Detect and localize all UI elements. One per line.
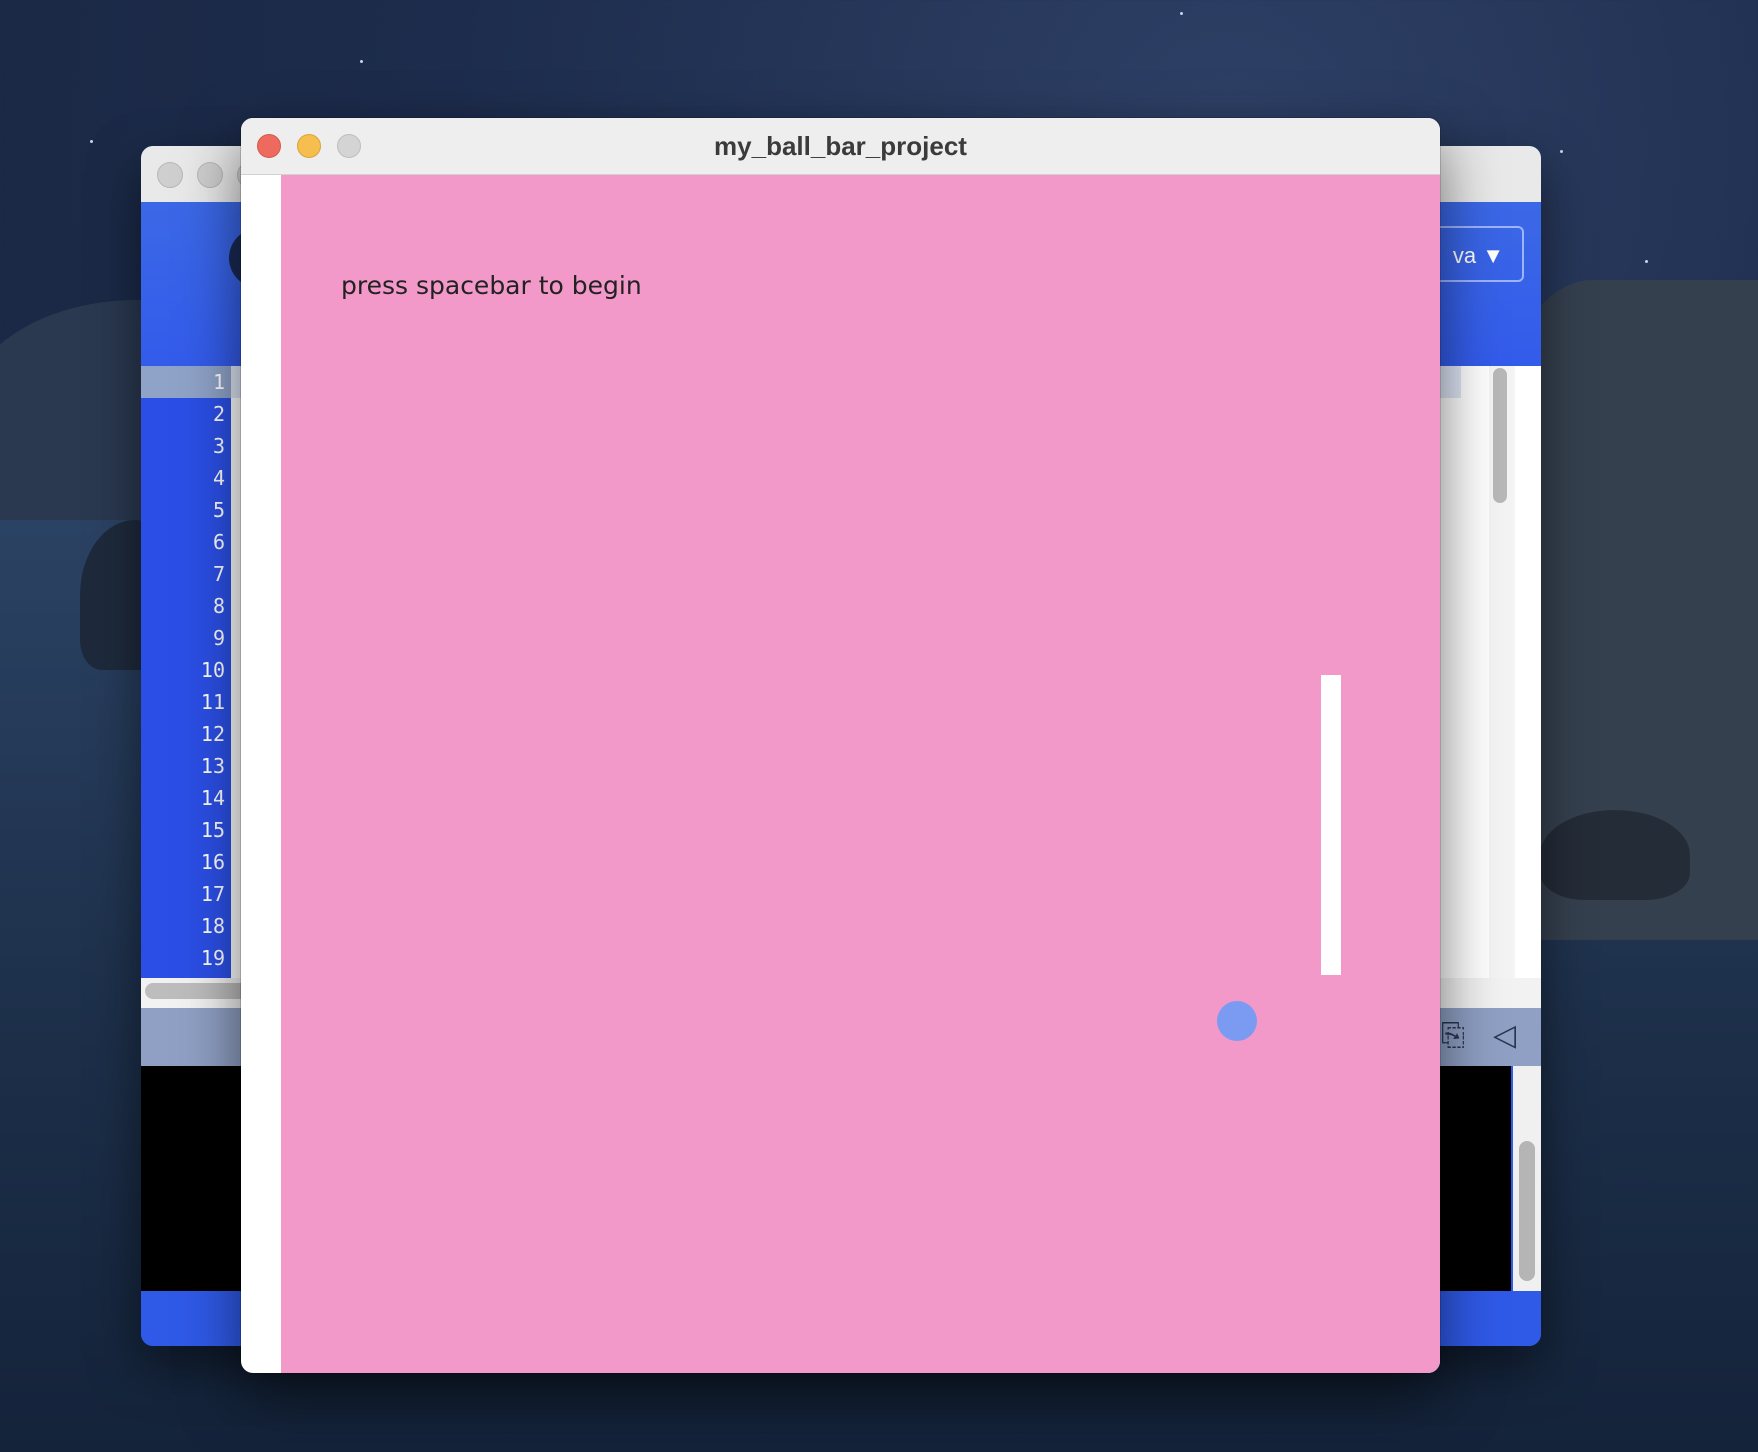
star — [1645, 260, 1648, 263]
line-number: 4 — [212, 466, 225, 490]
line-number: 8 — [212, 594, 225, 618]
star — [1180, 12, 1183, 15]
line-number: 15 — [200, 818, 225, 842]
start-prompt-text: press spacebar to begin — [341, 271, 642, 300]
minimize-button[interactable] — [297, 134, 321, 158]
sketch-titlebar[interactable]: my_ball_bar_project — [241, 118, 1440, 175]
window-title: my_ball_bar_project — [714, 131, 967, 161]
line-number: 1 — [212, 370, 225, 394]
maximize-button[interactable] — [337, 134, 361, 158]
line-number: 9 — [212, 626, 225, 650]
star — [360, 60, 363, 63]
line-number-gutter: 1 2 3 4 5 6 7 8 9 10 11 12 13 14 15 16 17 18 19 — [141, 366, 231, 1006]
line-number: 3 — [212, 434, 225, 458]
line-number: 11 — [200, 690, 225, 714]
line-number: 16 — [200, 850, 225, 874]
sketch-canvas[interactable]: press spacebar to begin — [281, 175, 1440, 1373]
sketch-window[interactable]: my_ball_bar_project press spacebar to be… — [241, 118, 1440, 1373]
line-number: 7 — [212, 562, 225, 586]
line-number: 17 — [200, 882, 225, 906]
mode-selector[interactable]: va ▼ — [1426, 226, 1524, 282]
line-number: 14 — [200, 786, 225, 810]
paddle-bar — [1321, 675, 1341, 975]
desktop-rock-right — [1540, 810, 1690, 900]
line-number: 2 — [212, 402, 225, 426]
line-number: 6 — [212, 530, 225, 554]
console-scroll-thumb[interactable] — [1519, 1141, 1535, 1281]
line-number: 12 — [200, 722, 225, 746]
line-number: 10 — [200, 658, 225, 682]
copy-icon[interactable]: ⎘ — [1441, 1016, 1465, 1056]
line-number: 5 — [212, 498, 225, 522]
line-number: 19 — [200, 946, 225, 970]
collapse-icon[interactable]: ◁ — [1493, 1016, 1516, 1056]
ide-close-button[interactable] — [157, 162, 183, 188]
close-button[interactable] — [257, 134, 281, 158]
star — [90, 140, 93, 143]
star — [1560, 150, 1563, 153]
ide-minimize-button[interactable] — [197, 162, 223, 188]
line-number: 13 — [200, 754, 225, 778]
ball — [1217, 1001, 1257, 1041]
line-number: 18 — [200, 914, 225, 938]
editor-vertical-scroll-thumb[interactable] — [1493, 368, 1507, 503]
